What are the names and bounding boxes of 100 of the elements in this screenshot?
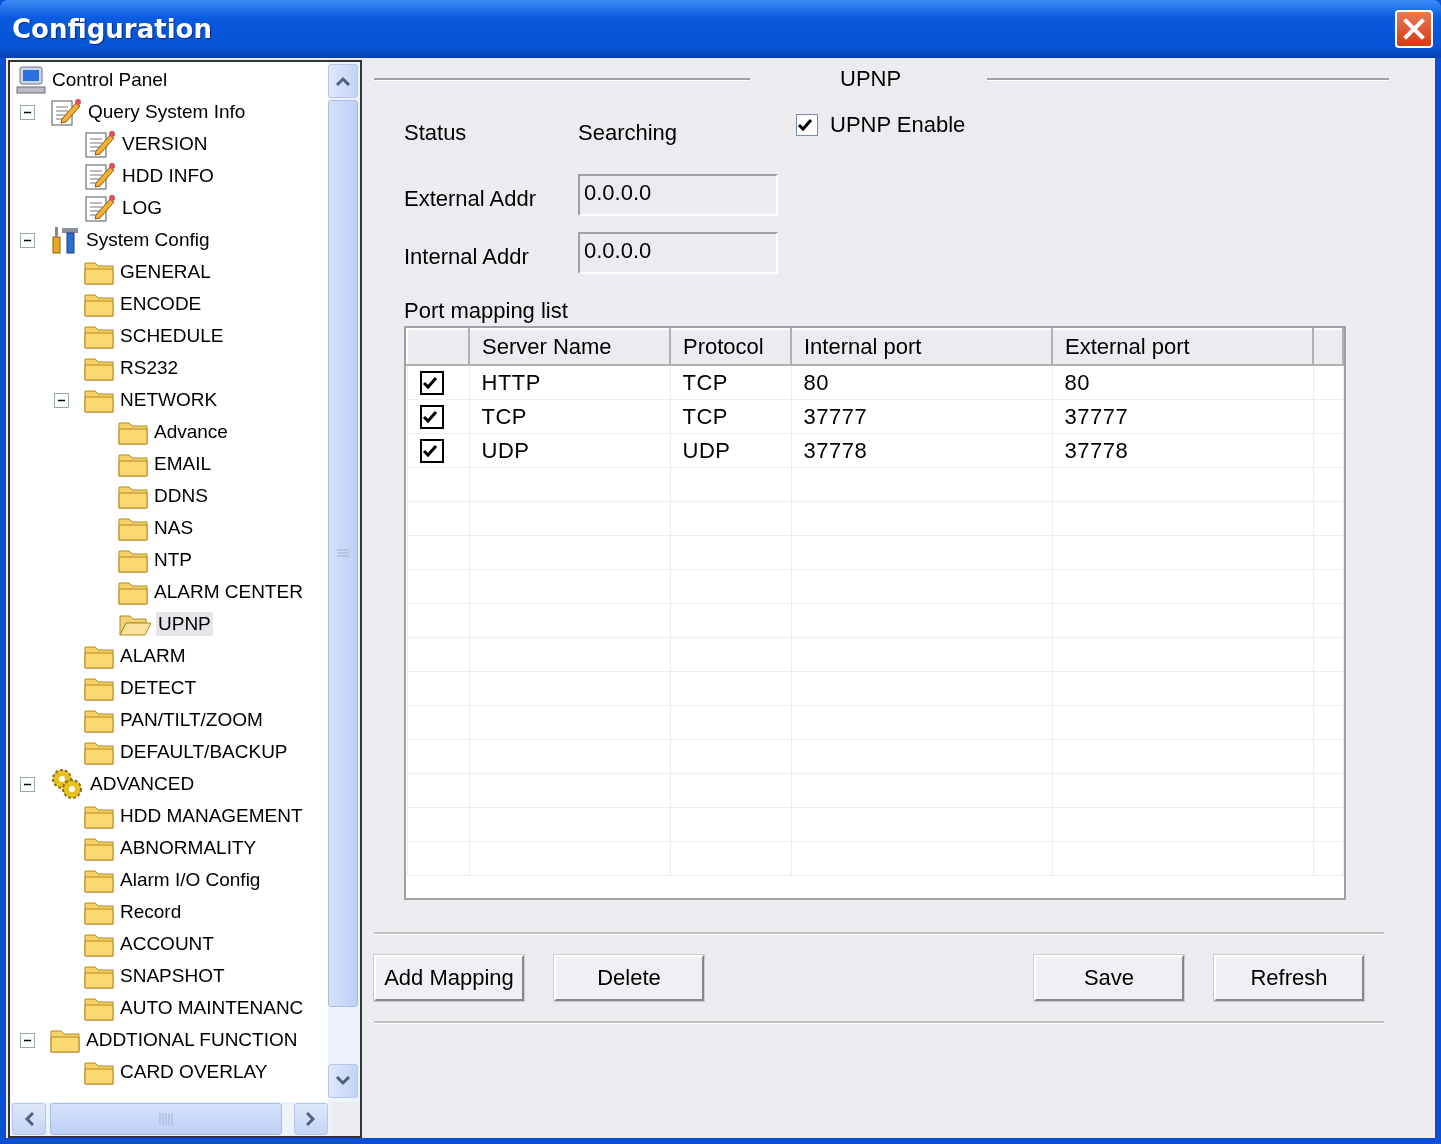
- tree-label: System Config: [85, 228, 211, 252]
- tree-item[interactable]: ALARM CENTER: [10, 576, 328, 608]
- scroll-left-button[interactable]: [12, 1103, 46, 1135]
- tree-item[interactable]: PAN/TILT/ZOOM: [10, 704, 328, 736]
- tree-label: DDNS: [153, 484, 209, 508]
- field-label: Internal Addr: [404, 243, 530, 270]
- folder-icon: [84, 323, 114, 349]
- address-field[interactable]: 0.0.0.0: [578, 232, 778, 274]
- vertical-scrollbar[interactable]: [328, 62, 360, 1102]
- tools-icon: [50, 225, 80, 255]
- checkmark-icon: [421, 442, 438, 459]
- tree-item[interactable]: DETECT: [10, 672, 328, 704]
- computer-icon: [16, 65, 46, 95]
- tree-item[interactable]: RS232: [10, 352, 328, 384]
- tree-label: UPNP: [156, 612, 213, 636]
- chevron-up-icon: [335, 76, 351, 86]
- folder-icon: [84, 707, 114, 733]
- folder-icon: [84, 931, 114, 957]
- tree-label: RS232: [119, 356, 180, 380]
- checkbox[interactable]: [796, 114, 818, 136]
- table-cell: TCP: [670, 399, 791, 434]
- tree-item[interactable]: Alarm I/O Config: [10, 864, 328, 896]
- notepad-pencil-icon: [84, 193, 116, 223]
- list-label: Port mapping list: [404, 298, 569, 324]
- row-checkbox[interactable]: [419, 404, 444, 429]
- field-label: External Addr: [404, 185, 538, 212]
- table-cell: 37778: [791, 433, 1052, 468]
- tree-item[interactable]: CARD OVERLAY: [10, 1056, 328, 1088]
- tree-item[interactable]: Query System Info: [10, 96, 328, 128]
- table-cell: 80: [791, 365, 1052, 400]
- tree-item[interactable]: NETWORK: [10, 384, 328, 416]
- tree-label: ACCOUNT: [119, 932, 215, 956]
- tree-item[interactable]: ALARM: [10, 640, 328, 672]
- tree-label: ADVANCED: [89, 772, 196, 796]
- horizontal-scrollbar[interactable]: [10, 1102, 360, 1136]
- folder-icon: [118, 579, 148, 605]
- tree-label: Record: [119, 900, 183, 924]
- row-checkbox[interactable]: [419, 438, 444, 463]
- address-field[interactable]: 0.0.0.0: [578, 174, 778, 216]
- checkmark-icon: [797, 117, 813, 133]
- action-button[interactable]: Save: [1034, 955, 1184, 1001]
- gears-icon: [50, 768, 84, 800]
- column-header[interactable]: Protocol: [670, 329, 791, 365]
- scroll-thumb[interactable]: [50, 1103, 282, 1135]
- tree-item[interactable]: ABNORMALITY: [10, 832, 328, 864]
- tree-label: NETWORK: [119, 388, 219, 412]
- tree-item[interactable]: Control Panel: [10, 64, 328, 96]
- tree-label: NTP: [153, 548, 193, 572]
- folder-icon: [118, 483, 148, 509]
- minus-icon: [20, 1032, 35, 1048]
- tree-item[interactable]: System Config: [10, 224, 328, 256]
- action-button[interactable]: Delete: [554, 955, 704, 1001]
- scroll-right-button[interactable]: [294, 1103, 328, 1135]
- tree-item[interactable]: DDNS: [10, 480, 328, 512]
- tree-label: DETECT: [119, 676, 197, 700]
- tree-label: EMAIL: [153, 452, 213, 476]
- tree-item[interactable]: AUTO MAINTENANC: [10, 992, 328, 1024]
- tree-item[interactable]: NAS: [10, 512, 328, 544]
- close-button[interactable]: [1395, 10, 1433, 48]
- column-header[interactable]: Internal port: [791, 329, 1052, 365]
- tree-item[interactable]: SCHEDULE: [10, 320, 328, 352]
- tree-item[interactable]: VERSION: [10, 128, 328, 160]
- tree-item[interactable]: HDD MANAGEMENT: [10, 800, 328, 832]
- action-button[interactable]: Add Mapping: [374, 955, 524, 1001]
- table-cell: 80: [1052, 365, 1313, 400]
- tree-item[interactable]: Advance: [10, 416, 328, 448]
- tree-item[interactable]: ADDTIONAL FUNCTION: [10, 1024, 328, 1056]
- tree-item[interactable]: DEFAULT/BACKUP: [10, 736, 328, 768]
- tree-item[interactable]: NTP: [10, 544, 328, 576]
- scrollbar-corner: [332, 1102, 360, 1136]
- column-header[interactable]: Server Name: [469, 329, 670, 365]
- tree-label: ENCODE: [119, 292, 203, 316]
- tree-label: Advance: [153, 420, 229, 444]
- tree-item[interactable]: Record: [10, 896, 328, 928]
- chevron-down-icon: [335, 1076, 351, 1086]
- tree-item[interactable]: ENCODE: [10, 288, 328, 320]
- folder-icon: [84, 259, 114, 285]
- tree-label: NAS: [153, 516, 195, 540]
- tree-item[interactable]: ADVANCED: [10, 768, 328, 800]
- scroll-thumb[interactable]: [328, 100, 358, 1007]
- tree-item[interactable]: UPNP: [10, 608, 328, 640]
- tree-item[interactable]: SNAPSHOT: [10, 960, 328, 992]
- action-button[interactable]: Refresh: [1214, 955, 1364, 1001]
- tree-item[interactable]: LOG: [10, 192, 328, 224]
- column-header[interactable]: External port: [1052, 329, 1313, 365]
- table-cell: 37777: [791, 399, 1052, 434]
- tree-item[interactable]: HDD INFO: [10, 160, 328, 192]
- tree-item[interactable]: GENERAL: [10, 256, 328, 288]
- tree-label: HDD MANAGEMENT: [119, 804, 304, 828]
- scroll-down-button[interactable]: [328, 1064, 358, 1098]
- tree-label: ABNORMALITY: [119, 836, 258, 860]
- scroll-up-button[interactable]: [328, 64, 358, 98]
- tree-label: VERSION: [121, 132, 209, 156]
- upnp-enable-checkbox[interactable]: UPNP Enable: [796, 112, 966, 138]
- grip-icon: [337, 548, 349, 559]
- checkmark-icon: [421, 374, 438, 391]
- folder-icon: [84, 963, 114, 989]
- tree-item[interactable]: ACCOUNT: [10, 928, 328, 960]
- tree-item[interactable]: EMAIL: [10, 448, 328, 480]
- row-checkbox[interactable]: [419, 370, 444, 395]
